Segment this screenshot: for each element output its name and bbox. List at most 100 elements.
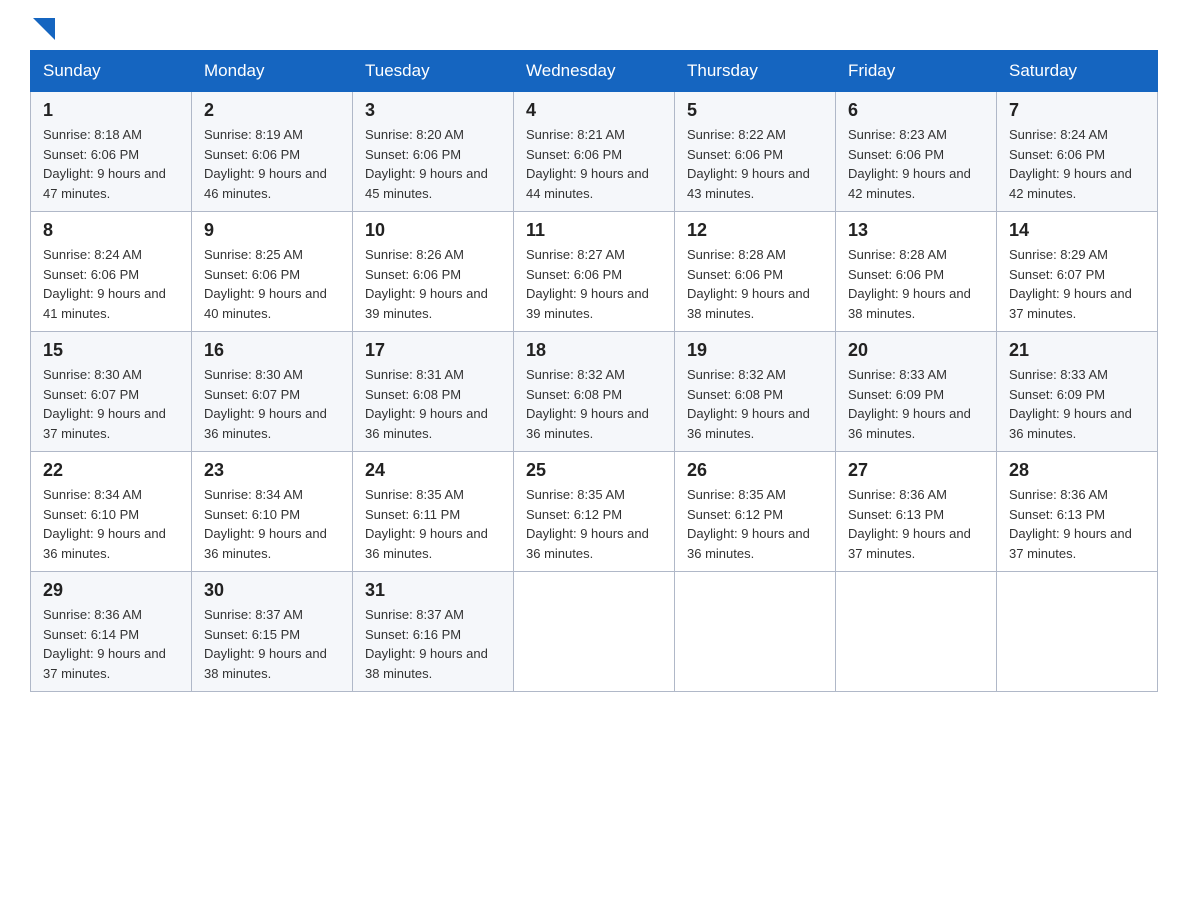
column-header-monday: Monday — [192, 51, 353, 92]
day-number: 8 — [43, 220, 179, 241]
day-number: 1 — [43, 100, 179, 121]
day-info: Sunrise: 8:36 AMSunset: 6:13 PMDaylight:… — [1009, 487, 1132, 561]
day-number: 13 — [848, 220, 984, 241]
day-number: 23 — [204, 460, 340, 481]
day-info: Sunrise: 8:32 AMSunset: 6:08 PMDaylight:… — [526, 367, 649, 441]
day-info: Sunrise: 8:35 AMSunset: 6:12 PMDaylight:… — [687, 487, 810, 561]
calendar-cell: 16 Sunrise: 8:30 AMSunset: 6:07 PMDaylig… — [192, 332, 353, 452]
calendar-cell — [675, 572, 836, 692]
calendar-cell: 15 Sunrise: 8:30 AMSunset: 6:07 PMDaylig… — [31, 332, 192, 452]
calendar-cell: 19 Sunrise: 8:32 AMSunset: 6:08 PMDaylig… — [675, 332, 836, 452]
day-number: 10 — [365, 220, 501, 241]
day-info: Sunrise: 8:32 AMSunset: 6:08 PMDaylight:… — [687, 367, 810, 441]
day-info: Sunrise: 8:34 AMSunset: 6:10 PMDaylight:… — [204, 487, 327, 561]
day-info: Sunrise: 8:27 AMSunset: 6:06 PMDaylight:… — [526, 247, 649, 321]
calendar-cell: 18 Sunrise: 8:32 AMSunset: 6:08 PMDaylig… — [514, 332, 675, 452]
day-number: 12 — [687, 220, 823, 241]
calendar-week-row: 22 Sunrise: 8:34 AMSunset: 6:10 PMDaylig… — [31, 452, 1158, 572]
calendar-week-row: 15 Sunrise: 8:30 AMSunset: 6:07 PMDaylig… — [31, 332, 1158, 452]
day-info: Sunrise: 8:24 AMSunset: 6:06 PMDaylight:… — [1009, 127, 1132, 201]
day-number: 9 — [204, 220, 340, 241]
day-info: Sunrise: 8:21 AMSunset: 6:06 PMDaylight:… — [526, 127, 649, 201]
calendar-cell: 29 Sunrise: 8:36 AMSunset: 6:14 PMDaylig… — [31, 572, 192, 692]
calendar-cell: 24 Sunrise: 8:35 AMSunset: 6:11 PMDaylig… — [353, 452, 514, 572]
calendar-table: SundayMondayTuesdayWednesdayThursdayFrid… — [30, 50, 1158, 692]
day-info: Sunrise: 8:25 AMSunset: 6:06 PMDaylight:… — [204, 247, 327, 321]
day-number: 20 — [848, 340, 984, 361]
page-header — [30, 20, 1158, 40]
day-number: 17 — [365, 340, 501, 361]
day-number: 16 — [204, 340, 340, 361]
day-number: 7 — [1009, 100, 1145, 121]
calendar-cell: 28 Sunrise: 8:36 AMSunset: 6:13 PMDaylig… — [997, 452, 1158, 572]
calendar-cell: 21 Sunrise: 8:33 AMSunset: 6:09 PMDaylig… — [997, 332, 1158, 452]
calendar-cell: 23 Sunrise: 8:34 AMSunset: 6:10 PMDaylig… — [192, 452, 353, 572]
day-info: Sunrise: 8:22 AMSunset: 6:06 PMDaylight:… — [687, 127, 810, 201]
calendar-week-row: 8 Sunrise: 8:24 AMSunset: 6:06 PMDayligh… — [31, 212, 1158, 332]
day-number: 6 — [848, 100, 984, 121]
day-info: Sunrise: 8:26 AMSunset: 6:06 PMDaylight:… — [365, 247, 488, 321]
calendar-cell: 22 Sunrise: 8:34 AMSunset: 6:10 PMDaylig… — [31, 452, 192, 572]
column-header-sunday: Sunday — [31, 51, 192, 92]
calendar-cell: 7 Sunrise: 8:24 AMSunset: 6:06 PMDayligh… — [997, 92, 1158, 212]
calendar-cell: 1 Sunrise: 8:18 AMSunset: 6:06 PMDayligh… — [31, 92, 192, 212]
calendar-cell: 6 Sunrise: 8:23 AMSunset: 6:06 PMDayligh… — [836, 92, 997, 212]
logo — [30, 20, 55, 40]
day-info: Sunrise: 8:36 AMSunset: 6:14 PMDaylight:… — [43, 607, 166, 681]
day-number: 31 — [365, 580, 501, 601]
day-number: 14 — [1009, 220, 1145, 241]
day-number: 29 — [43, 580, 179, 601]
day-info: Sunrise: 8:19 AMSunset: 6:06 PMDaylight:… — [204, 127, 327, 201]
calendar-cell: 31 Sunrise: 8:37 AMSunset: 6:16 PMDaylig… — [353, 572, 514, 692]
day-info: Sunrise: 8:36 AMSunset: 6:13 PMDaylight:… — [848, 487, 971, 561]
day-number: 22 — [43, 460, 179, 481]
day-number: 24 — [365, 460, 501, 481]
calendar-cell — [997, 572, 1158, 692]
calendar-cell: 8 Sunrise: 8:24 AMSunset: 6:06 PMDayligh… — [31, 212, 192, 332]
day-info: Sunrise: 8:37 AMSunset: 6:16 PMDaylight:… — [365, 607, 488, 681]
calendar-cell: 2 Sunrise: 8:19 AMSunset: 6:06 PMDayligh… — [192, 92, 353, 212]
column-header-thursday: Thursday — [675, 51, 836, 92]
day-info: Sunrise: 8:18 AMSunset: 6:06 PMDaylight:… — [43, 127, 166, 201]
day-info: Sunrise: 8:24 AMSunset: 6:06 PMDaylight:… — [43, 247, 166, 321]
calendar-cell: 30 Sunrise: 8:37 AMSunset: 6:15 PMDaylig… — [192, 572, 353, 692]
calendar-cell: 13 Sunrise: 8:28 AMSunset: 6:06 PMDaylig… — [836, 212, 997, 332]
day-number: 5 — [687, 100, 823, 121]
day-number: 4 — [526, 100, 662, 121]
calendar-cell: 5 Sunrise: 8:22 AMSunset: 6:06 PMDayligh… — [675, 92, 836, 212]
column-header-wednesday: Wednesday — [514, 51, 675, 92]
calendar-cell: 26 Sunrise: 8:35 AMSunset: 6:12 PMDaylig… — [675, 452, 836, 572]
calendar-cell: 25 Sunrise: 8:35 AMSunset: 6:12 PMDaylig… — [514, 452, 675, 572]
day-info: Sunrise: 8:29 AMSunset: 6:07 PMDaylight:… — [1009, 247, 1132, 321]
day-info: Sunrise: 8:33 AMSunset: 6:09 PMDaylight:… — [848, 367, 971, 441]
day-info: Sunrise: 8:23 AMSunset: 6:06 PMDaylight:… — [848, 127, 971, 201]
day-info: Sunrise: 8:30 AMSunset: 6:07 PMDaylight:… — [43, 367, 166, 441]
day-number: 30 — [204, 580, 340, 601]
day-info: Sunrise: 8:37 AMSunset: 6:15 PMDaylight:… — [204, 607, 327, 681]
day-number: 28 — [1009, 460, 1145, 481]
calendar-cell: 12 Sunrise: 8:28 AMSunset: 6:06 PMDaylig… — [675, 212, 836, 332]
day-number: 3 — [365, 100, 501, 121]
day-number: 19 — [687, 340, 823, 361]
calendar-cell: 9 Sunrise: 8:25 AMSunset: 6:06 PMDayligh… — [192, 212, 353, 332]
day-number: 18 — [526, 340, 662, 361]
day-number: 26 — [687, 460, 823, 481]
calendar-cell — [514, 572, 675, 692]
calendar-cell: 20 Sunrise: 8:33 AMSunset: 6:09 PMDaylig… — [836, 332, 997, 452]
day-number: 11 — [526, 220, 662, 241]
column-header-saturday: Saturday — [997, 51, 1158, 92]
calendar-cell — [836, 572, 997, 692]
calendar-cell: 17 Sunrise: 8:31 AMSunset: 6:08 PMDaylig… — [353, 332, 514, 452]
column-header-tuesday: Tuesday — [353, 51, 514, 92]
day-number: 27 — [848, 460, 984, 481]
day-number: 21 — [1009, 340, 1145, 361]
day-info: Sunrise: 8:30 AMSunset: 6:07 PMDaylight:… — [204, 367, 327, 441]
day-number: 25 — [526, 460, 662, 481]
column-header-friday: Friday — [836, 51, 997, 92]
logo-arrow-icon — [33, 18, 55, 40]
day-info: Sunrise: 8:31 AMSunset: 6:08 PMDaylight:… — [365, 367, 488, 441]
calendar-week-row: 29 Sunrise: 8:36 AMSunset: 6:14 PMDaylig… — [31, 572, 1158, 692]
day-info: Sunrise: 8:34 AMSunset: 6:10 PMDaylight:… — [43, 487, 166, 561]
calendar-cell: 4 Sunrise: 8:21 AMSunset: 6:06 PMDayligh… — [514, 92, 675, 212]
calendar-cell: 27 Sunrise: 8:36 AMSunset: 6:13 PMDaylig… — [836, 452, 997, 572]
